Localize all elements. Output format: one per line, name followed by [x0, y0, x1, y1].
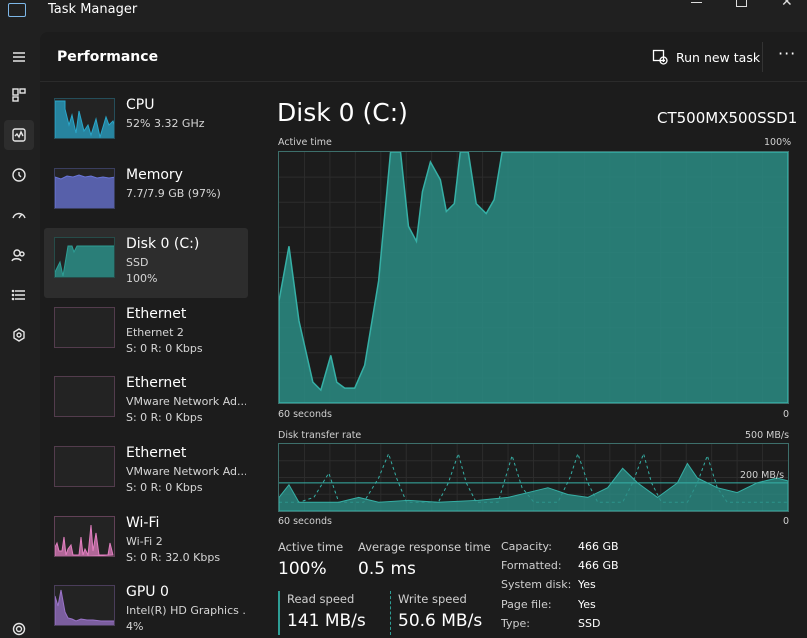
device-name: Ethernet: [126, 375, 187, 392]
users-icon[interactable]: [4, 240, 34, 270]
active-time-chart: [278, 151, 789, 404]
read-speed-marker: [278, 591, 280, 635]
device-detail: SSD: [126, 256, 149, 270]
write-speed-value: 50.6 MB/s: [398, 611, 483, 631]
write-speed-marker: [390, 591, 391, 635]
device-thumbnail-graph: [54, 167, 115, 209]
property-value: 466 GB: [578, 540, 619, 553]
device-item-gpu-0[interactable]: GPU 0 Intel(R) HD Graphics ... 4%: [44, 576, 248, 638]
transfer-rate-mid-label: 200 MB/s: [740, 470, 785, 481]
device-list: CPU 52% 3.32 GHz Memory 7.7/7.9 GB (97%)…: [44, 89, 248, 638]
active-time-chart-label: Active time: [278, 137, 332, 148]
maximize-button[interactable]: [736, 0, 747, 7]
device-status: S: 0 R: 0 Kbps: [126, 480, 203, 494]
property-key: Type:: [501, 616, 530, 630]
main-panel: Performance Run new task ··· CPU 52% 3.3…: [40, 32, 807, 638]
device-name: CPU: [126, 97, 155, 113]
avg-response-label: Average response time: [358, 540, 491, 554]
minimize-button[interactable]: [691, 2, 702, 3]
device-detail: VMware Network Ad...: [126, 464, 246, 478]
property-value: SSD: [578, 616, 601, 630]
device-item-ethernet[interactable]: Ethernet VMware Network Ad... S: 0 R: 0 …: [44, 437, 248, 507]
active-time-min-label: 0: [783, 409, 790, 420]
transfer-rate-chart-label: Disk transfer rate: [278, 430, 362, 441]
device-name: GPU 0: [126, 584, 169, 601]
device-thumbnail-graph: [54, 376, 115, 418]
property-key: Formatted:: [501, 559, 562, 573]
device-status: 100%: [126, 272, 158, 286]
device-item-cpu[interactable]: CPU 52% 3.32 GHz: [44, 89, 248, 159]
active-time-xlabel: 60 seconds: [278, 409, 332, 420]
property-key: Page file:: [501, 597, 552, 611]
device-thumbnail-graph: [54, 445, 115, 487]
device-detail: Wi-Fi 2: [126, 534, 163, 548]
header: Performance Run new task ···: [40, 32, 807, 82]
hamburger-menu-icon[interactable]: [4, 42, 34, 72]
device-name: Disk 0 (C:): [126, 236, 200, 253]
avg-response-value: 0.5 ms: [358, 559, 416, 579]
device-name: Wi-Fi: [126, 514, 160, 531]
device-thumbnail-graph: [54, 237, 115, 279]
run-new-task-button[interactable]: Run new task: [652, 46, 760, 68]
startup-apps-icon[interactable]: [4, 200, 34, 230]
performance-icon[interactable]: [4, 120, 34, 150]
active-time-stat-value: 100%: [278, 559, 327, 579]
device-status: S: 0 R: 0 Kbps: [126, 341, 203, 355]
device-thumbnail-graph: [54, 585, 115, 627]
device-item-memory[interactable]: Memory 7.7/7.9 GB (97%): [44, 159, 248, 229]
property-value: 466 GB: [578, 559, 619, 573]
nav-rail: [0, 24, 38, 638]
device-thumbnail-graph: [54, 306, 115, 348]
transfer-rate-max-label: 500 MB/s: [745, 430, 790, 441]
write-speed-label: Write speed: [398, 592, 467, 606]
device-item-ethernet[interactable]: Ethernet Ethernet 2 S: 0 R: 0 Kbps: [44, 298, 248, 368]
read-speed-label: Read speed: [287, 592, 355, 606]
run-new-task-label: Run new task: [676, 49, 761, 65]
more-options-button[interactable]: ···: [778, 44, 796, 63]
device-status: S: 0 R: 0 Kbps: [126, 411, 203, 425]
app-history-icon[interactable]: [4, 160, 34, 190]
active-time-stat-label: Active time: [278, 540, 344, 554]
device-detail: Intel(R) HD Graphics ...: [126, 604, 246, 618]
task-manager-logo-icon: [8, 3, 26, 17]
device-thumbnail-graph: [54, 98, 115, 139]
device-detail: 52% 3.32 GHz: [126, 117, 205, 130]
active-time-max-label: 100%: [764, 137, 792, 148]
services-icon[interactable]: [4, 320, 34, 350]
title-bar: Task Manager ✕: [0, 0, 807, 24]
disk-title: Disk 0 (C:): [277, 98, 408, 127]
processes-icon[interactable]: [4, 80, 34, 110]
device-detail: 7.7/7.9 GB (97%): [126, 186, 221, 200]
details-icon[interactable]: [4, 280, 34, 310]
property-key: System disk:: [501, 578, 572, 592]
close-button[interactable]: ✕: [781, 0, 795, 10]
property-key: Capacity:: [501, 540, 552, 553]
device-status: S: 0 R: 32.0 Kbps: [126, 550, 221, 564]
transfer-rate-min-label: 0: [783, 516, 790, 527]
device-name: Memory: [126, 166, 183, 183]
property-value: Yes: [578, 597, 596, 611]
transfer-rate-chart: [278, 443, 789, 512]
device-detail: VMware Network Ad...: [126, 395, 246, 409]
device-name: Ethernet: [126, 305, 187, 322]
window-title: Task Manager: [48, 2, 138, 17]
device-name: Ethernet: [126, 444, 187, 461]
property-value: Yes: [578, 578, 596, 592]
device-item-wi-fi[interactable]: Wi-Fi Wi-Fi 2 S: 0 R: 32.0 Kbps: [44, 507, 248, 577]
device-item-ethernet[interactable]: Ethernet VMware Network Ad... S: 0 R: 0 …: [44, 367, 248, 437]
device-thumbnail-graph: [54, 515, 115, 557]
transfer-rate-xlabel: 60 seconds: [278, 516, 332, 527]
page-title: Performance: [57, 49, 159, 65]
disk-model: CT500MX500SSD1: [657, 109, 798, 127]
header-divider: [762, 42, 763, 72]
read-speed-value: 141 MB/s: [287, 611, 366, 631]
device-detail: Ethernet 2: [126, 325, 184, 339]
device-status: 4%: [126, 620, 144, 634]
device-item-disk-0-c[interactable]: Disk 0 (C:) SSD 100%: [44, 228, 248, 298]
run-task-icon: [652, 49, 668, 65]
settings-gear-icon[interactable]: [4, 614, 34, 638]
